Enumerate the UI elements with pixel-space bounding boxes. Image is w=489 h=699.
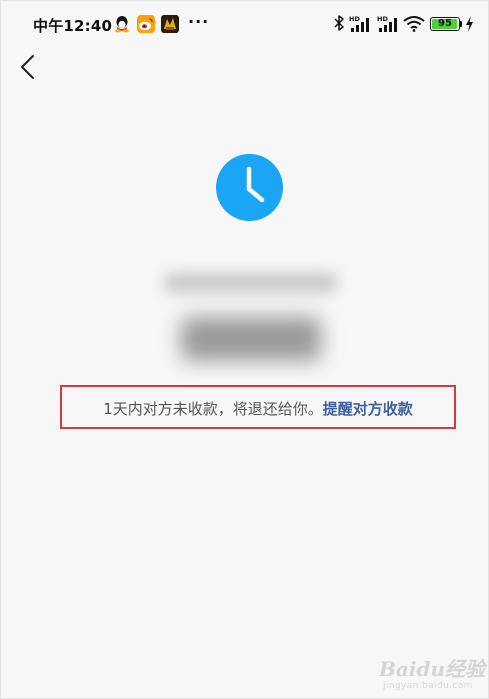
game-app-icon xyxy=(161,15,179,33)
battery-tip xyxy=(460,21,462,27)
wifi-icon xyxy=(403,16,425,32)
baidu-watermark: Baidu经验 jingyan.baidu.com xyxy=(379,653,487,697)
back-button[interactable] xyxy=(13,51,41,83)
qq-icon xyxy=(113,15,131,33)
blurred-amount-area xyxy=(151,263,351,383)
status-time: 中午12:40 xyxy=(33,17,113,35)
weibo-icon xyxy=(137,15,155,33)
highlight-box: 1天内对方未收款，将退还给你。提醒对方收款 xyxy=(60,385,456,429)
battery-indicator: 95 xyxy=(430,17,460,31)
bluetooth-icon xyxy=(333,15,345,31)
watermark-url: jingyan.baidu.com xyxy=(383,681,473,691)
svg-text:HD: HD xyxy=(377,15,388,23)
blurred-amount xyxy=(181,317,321,361)
status-bar: 中午12:40 ··· HD HD 95 xyxy=(1,1,489,47)
watermark-brand: Baidu经验 xyxy=(379,657,485,681)
refund-notice-text: 1天内对方未收款，将退还给你。 xyxy=(103,400,323,418)
blurred-title xyxy=(165,273,337,293)
cell-signal-1-icon: HD xyxy=(349,15,373,33)
remind-payee-link[interactable]: 提醒对方收款 xyxy=(323,400,413,418)
charging-bolt-icon xyxy=(465,16,474,36)
screen: 中午12:40 ··· HD HD 95 1天内对方未收款，将退还给你。提醒对方… xyxy=(0,0,489,699)
more-notifications: ··· xyxy=(188,12,210,31)
refund-notice: 1天内对方未收款，将退还给你。提醒对方收款 xyxy=(62,398,454,419)
svg-text:HD: HD xyxy=(349,15,360,23)
clock-icon xyxy=(216,154,283,221)
chevron-left-icon xyxy=(21,55,34,79)
cell-signal-2-icon: HD xyxy=(377,15,401,33)
battery-level: 95 xyxy=(438,18,452,29)
